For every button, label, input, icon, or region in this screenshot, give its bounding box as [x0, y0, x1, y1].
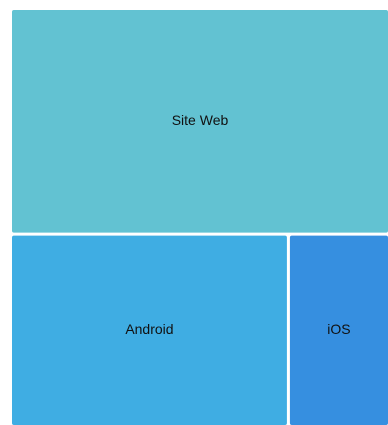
treemap-label-android: Android	[125, 321, 173, 337]
treemap-label-ios: iOS	[327, 321, 350, 337]
treemap-tile-ios: iOS	[289, 235, 388, 425]
treemap-tile-site-web: Site Web	[12, 10, 388, 233]
treemap-label-site-web: Site Web	[172, 112, 229, 128]
treemap-tile-android: Android	[12, 235, 287, 425]
treemap-chart: Site Web Android iOS	[12, 10, 388, 425]
